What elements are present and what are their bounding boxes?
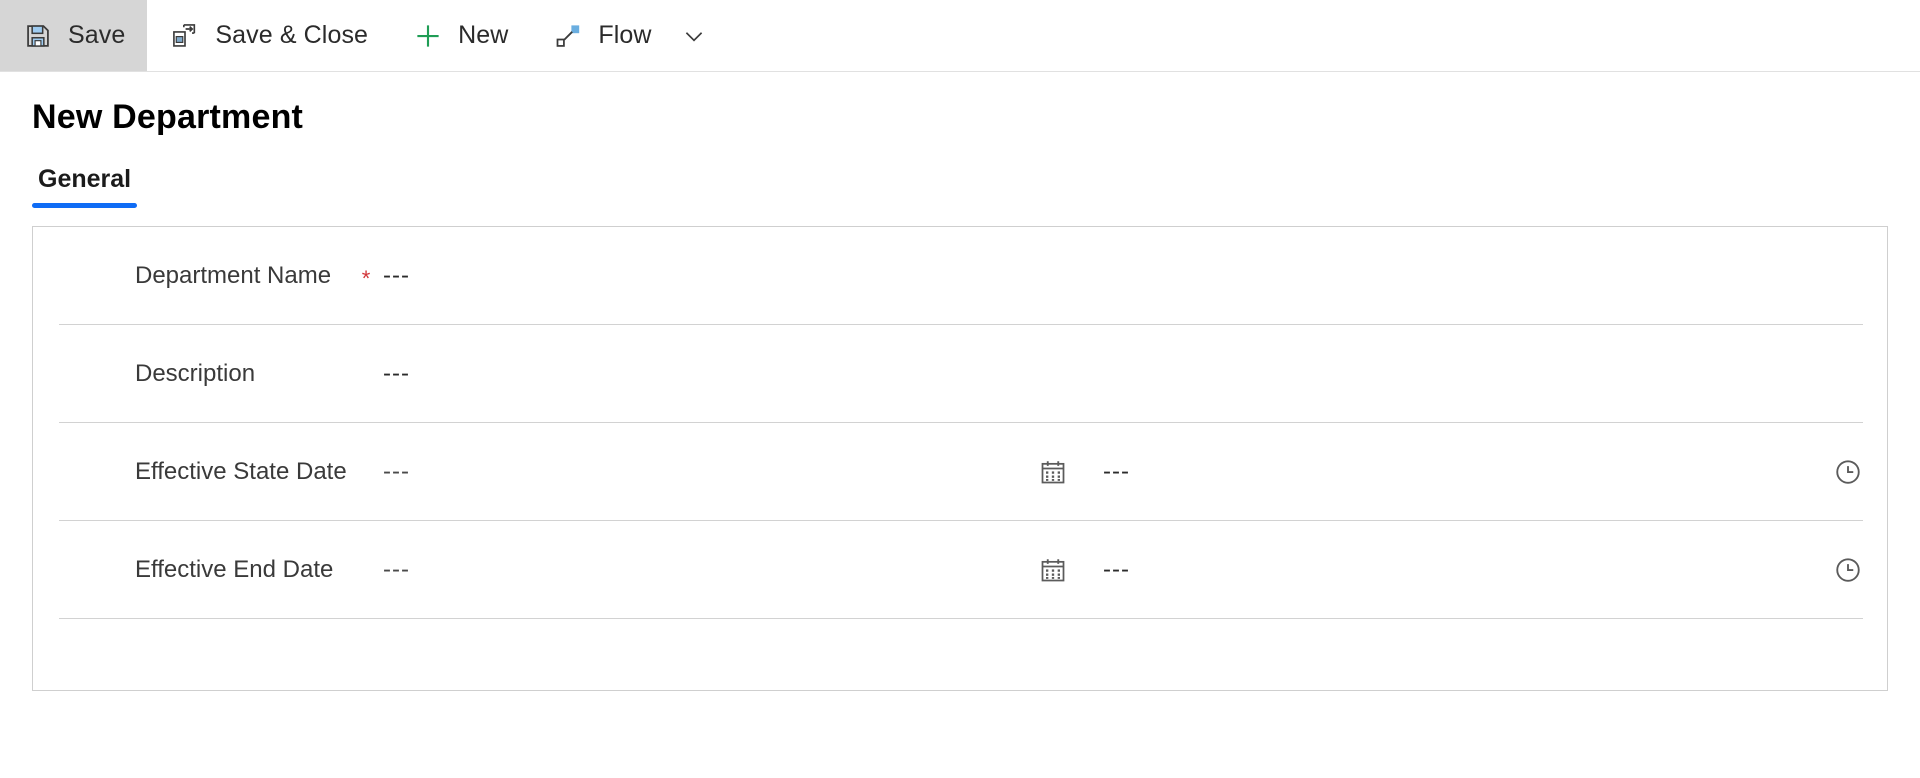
effective-end-date-label: Effective End Date — [135, 555, 334, 583]
new-button[interactable]: New — [390, 0, 530, 71]
clock-icon[interactable] — [1807, 457, 1863, 487]
effective-state-time-input[interactable]: --- — [1103, 458, 1223, 486]
required-indicator — [349, 567, 383, 573]
department-name-label: Department Name — [135, 261, 332, 289]
save-and-close-button[interactable]: Save & Close — [147, 0, 390, 71]
required-indicator — [349, 371, 383, 377]
form-row: Department Name * --- — [59, 227, 1863, 325]
new-button-label: New — [458, 21, 509, 49]
effective-state-date-input[interactable]: --- — [383, 458, 443, 486]
plus-icon — [412, 20, 444, 52]
description-label: Description — [135, 359, 256, 387]
general-form-card: Department Name * --- Description --- Ef… — [32, 226, 1888, 691]
chevron-down-icon — [678, 20, 710, 52]
tab-general[interactable]: General — [32, 165, 138, 208]
command-bar: Save Save & Close New Flow — [0, 0, 1920, 72]
description-input[interactable]: --- — [383, 360, 443, 388]
save-button[interactable]: Save — [0, 0, 148, 71]
page-title: New Department — [32, 98, 304, 136]
required-indicator — [349, 469, 383, 475]
save-button-label: Save — [68, 21, 126, 49]
flow-button-label: Flow — [598, 21, 652, 49]
form-row: Description --- — [59, 325, 1863, 423]
effective-state-date-label: Effective State Date — [135, 457, 347, 485]
clock-icon[interactable] — [1807, 555, 1863, 585]
save-icon — [22, 20, 54, 52]
flow-icon — [552, 20, 584, 52]
form-row: Effective State Date --- --- — [59, 423, 1863, 521]
tab-general-label: General — [38, 165, 132, 193]
page-body: New Department General Department Name *… — [0, 98, 1920, 691]
save-and-close-button-label: Save & Close — [215, 21, 369, 49]
save-and-close-icon — [169, 20, 201, 52]
calendar-icon[interactable] — [1027, 458, 1079, 486]
department-name-input[interactable]: --- — [383, 262, 443, 290]
calendar-icon[interactable] — [1027, 556, 1079, 584]
form-row: Effective End Date --- --- — [59, 521, 1863, 619]
effective-end-time-input[interactable]: --- — [1103, 556, 1223, 584]
overflow-chevron-button[interactable] — [674, 0, 728, 71]
required-indicator: * — [361, 265, 371, 291]
flow-button[interactable]: Flow — [530, 0, 673, 71]
effective-end-date-input[interactable]: --- — [383, 556, 443, 584]
tab-list: General — [32, 165, 1920, 208]
